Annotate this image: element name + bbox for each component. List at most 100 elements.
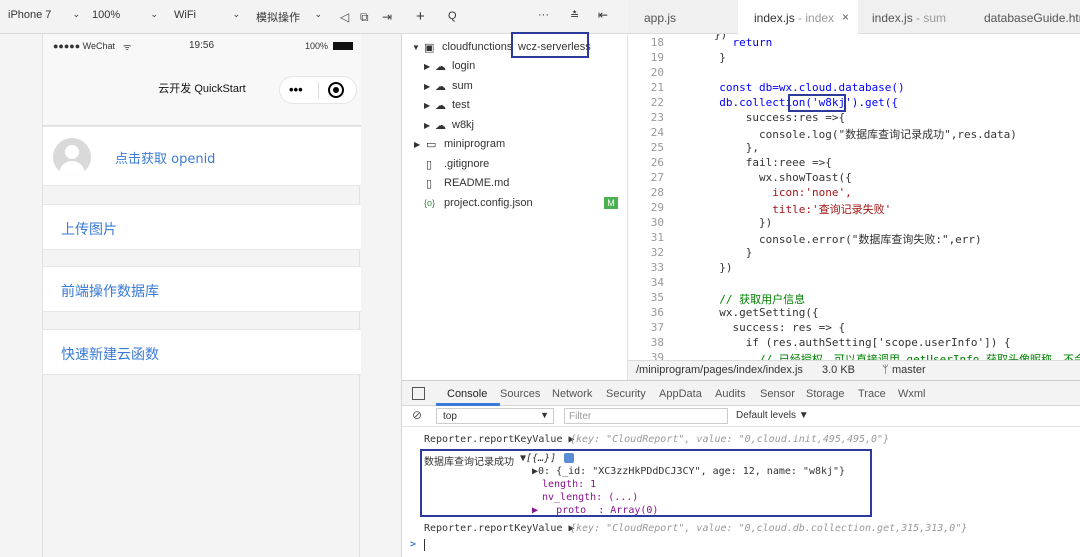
console-log-body[interactable]: {key: "CloudReport", value: "0,cloud.ini… <box>570 434 889 445</box>
tab-suffix: - sum <box>912 11 947 25</box>
tab-index-js-index[interactable]: index.js - index × <box>738 0 858 34</box>
line-number: 22 <box>650 96 664 109</box>
capsule-divider <box>318 82 319 98</box>
console-filter-bar: ⊘ top ▼ Filter Default levels ▼ <box>402 406 1080 427</box>
tab-app-js[interactable]: app.js <box>628 0 724 34</box>
inspect-icon[interactable] <box>412 387 425 400</box>
wifi-icon: ᯤ <box>123 42 132 52</box>
tab-label: databaseGuide.htm <box>984 11 1080 25</box>
context-select[interactable]: top ▼ <box>436 408 554 424</box>
tab-database-guide[interactable]: databaseGuide.htm <box>972 0 1080 34</box>
tree-item-w8kj[interactable]: ▶ ☁ w8kj <box>402 116 628 135</box>
chevron-right-icon: ▶ <box>424 62 431 71</box>
chevron-down-icon: ⌄ <box>314 9 322 19</box>
detach-icon[interactable]: ⇥ <box>382 10 392 24</box>
tab-network[interactable]: Network <box>552 388 592 400</box>
network-select[interactable]: WiFi ⌄ <box>174 9 240 25</box>
zoom-select[interactable]: 100% ⌄ <box>92 9 158 25</box>
tree-item-test[interactable]: ▶ ☁ test <box>402 96 628 115</box>
devtools-tab-bar: Console Sources Network Security AppData… <box>402 381 1080 406</box>
console-input[interactable] <box>424 539 425 551</box>
new-cloud-function-card[interactable]: 快速新建云函数 <box>43 329 361 375</box>
more-dots-icon[interactable]: ••• <box>289 82 303 97</box>
volume-icon[interactable]: ◁ <box>340 10 349 24</box>
upload-image-card[interactable]: 上传图片 <box>43 204 361 250</box>
caret-down-icon: ▼ <box>540 410 549 420</box>
tree-item-readme[interactable]: ▯ README.md <box>402 174 628 193</box>
tab-sources[interactable]: Sources <box>500 388 540 400</box>
new-cloud-function-link[interactable]: 快速新建云函数 <box>61 344 159 364</box>
device-select[interactable]: iPhone 7 ⌄ <box>8 9 80 25</box>
close-miniprogram-icon[interactable] <box>328 82 344 98</box>
sort-icon[interactable]: ≛ <box>570 9 579 22</box>
rotate-icon[interactable]: ⧉ <box>360 10 369 25</box>
tab-label: index.js <box>872 11 913 25</box>
tab-wxml[interactable]: Wxml <box>898 388 926 400</box>
clear-console-icon[interactable]: ⊘ <box>412 408 422 422</box>
code-line: success: res => { <box>706 321 846 334</box>
code-line: // 已经授权，可以直接调用 getUserInfo 获取头像昵称，不会 <box>706 353 1080 360</box>
line-number: 27 <box>650 171 664 184</box>
code-line: fail:reee =>{ <box>706 156 832 169</box>
line-number: 37 <box>650 321 664 334</box>
file-icon: ▯ <box>426 159 433 171</box>
get-openid-link[interactable]: 点击获取 openid <box>115 148 215 167</box>
capsule-menu: ••• <box>279 76 357 104</box>
code-line: icon:'none', <box>706 186 852 199</box>
folder-icon: ▭ <box>426 139 437 151</box>
branch-name: master <box>892 364 926 376</box>
code-editor[interactable]: }) 18 return 19 } 20 21 const db=wx.clou… <box>628 34 1080 360</box>
line-number: 26 <box>650 156 664 169</box>
collapse-icon[interactable]: ⇤ <box>598 8 608 22</box>
tab-console[interactable]: Console <box>447 388 487 400</box>
avatar <box>53 138 91 176</box>
zoom-select-label: 100% <box>92 9 121 21</box>
explorer-toolbar: + Q ··· ≛ ⇤ <box>402 0 628 34</box>
tab-label: index.js <box>754 11 795 25</box>
tree-item-gitignore[interactable]: ▯ .gitignore <box>402 155 628 174</box>
tab-appdata[interactable]: AppData <box>659 388 702 400</box>
env-highlight-box <box>511 32 589 58</box>
chevron-right-icon: ▶ <box>424 101 431 110</box>
tab-sensor[interactable]: Sensor <box>760 388 795 400</box>
context-label: top <box>443 411 457 422</box>
editor-status-bar: /miniprogram/pages/index/index.js 3.0 KB… <box>628 360 1080 380</box>
tree-item-label: w8kj <box>452 119 475 131</box>
database-card[interactable]: 前端操作数据库 <box>43 266 361 312</box>
line-number: 33 <box>650 261 664 274</box>
chevron-down-icon: ⌄ <box>72 9 80 19</box>
chevron-right-icon: ▶ <box>424 82 431 91</box>
console-log-body[interactable]: {key: "CloudReport", value: "0,cloud.db.… <box>570 523 967 534</box>
tree-item-project-config[interactable]: {o} project.config.json M <box>402 194 628 213</box>
code-line: success:res =>{ <box>706 111 846 124</box>
add-file-icon[interactable]: + <box>416 8 425 25</box>
code-line: } <box>706 51 726 64</box>
log-levels-select[interactable]: Default levels ▼ <box>736 410 809 421</box>
tab-audits[interactable]: Audits <box>715 388 746 400</box>
search-icon[interactable]: Q <box>448 10 457 22</box>
tree-item-label: miniprogram <box>444 138 506 150</box>
tab-storage[interactable]: Storage <box>806 388 845 400</box>
tab-security[interactable]: Security <box>606 388 646 400</box>
close-icon[interactable]: × <box>842 10 849 24</box>
openid-card[interactable]: 点击获取 openid <box>43 126 361 186</box>
tab-trace[interactable]: Trace <box>858 388 886 400</box>
more-icon[interactable]: ··· <box>538 9 549 21</box>
tab-index-js-sum[interactable]: index.js - sum <box>858 0 972 34</box>
code-line: if (res.authSetting['scope.userInfo']) { <box>706 336 1011 349</box>
tree-item-sum[interactable]: ▶ ☁ sum <box>402 77 628 96</box>
upload-image-link[interactable]: 上传图片 <box>61 219 117 239</box>
database-link[interactable]: 前端操作数据库 <box>61 281 159 301</box>
mode-select[interactable]: 模拟操作 ⌄ <box>256 9 322 25</box>
console-log-prefix: Reporter.reportKeyValue ▶ <box>424 523 575 534</box>
status-signal: ●●●●● WeChat <box>53 41 116 51</box>
line-number: 28 <box>650 186 664 199</box>
file-icon: ▯ <box>426 178 433 190</box>
console-filter-input[interactable]: Filter <box>564 408 728 424</box>
chevron-down-icon: ⌄ <box>232 9 240 19</box>
code-line: console.log("数据库查询记录成功",res.data) <box>706 128 1017 141</box>
tree-item-miniprogram[interactable]: ▶ ▭ miniprogram <box>402 135 628 154</box>
tree-item-label: project.config.json <box>444 197 533 209</box>
cloud-icon: ☁ <box>435 100 446 112</box>
tree-item-login[interactable]: ▶ ☁ login <box>402 57 628 76</box>
